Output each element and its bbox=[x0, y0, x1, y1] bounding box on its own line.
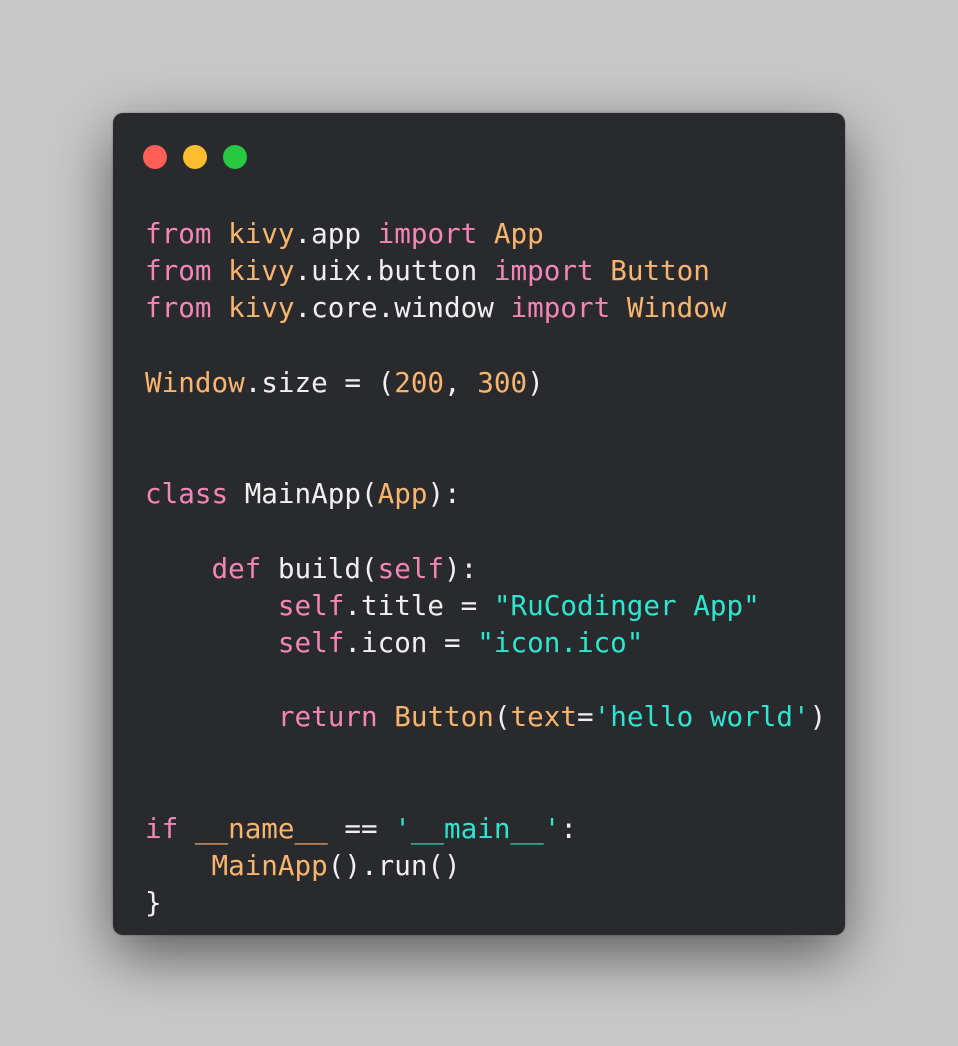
code-line: from kivy.uix.button import Button bbox=[145, 252, 826, 289]
code-token: ): bbox=[444, 551, 478, 585]
code-token: == bbox=[327, 812, 395, 845]
code-token: ) bbox=[527, 365, 544, 399]
keyword-token: from bbox=[145, 217, 212, 250]
code-token: .uix.button bbox=[294, 254, 494, 288]
module-token: kivy bbox=[228, 291, 295, 325]
code-token: .icon = bbox=[344, 626, 478, 660]
code-token: MainApp( bbox=[228, 477, 378, 511]
string-token: 'hello world' bbox=[593, 700, 810, 734]
code-token: = bbox=[576, 700, 594, 734]
identifier-token: App bbox=[493, 217, 544, 250]
code-line: self.title = "RuCodinger App" bbox=[145, 587, 826, 624]
number-token: 300 bbox=[477, 365, 528, 399]
identifier-token: Button bbox=[610, 254, 710, 288]
keyword-token: class bbox=[145, 477, 229, 511]
code-token: ().run() bbox=[327, 849, 461, 883]
identifier-token: Button bbox=[394, 700, 494, 734]
keyword-token: self bbox=[277, 626, 345, 660]
identifier-token: Window bbox=[145, 365, 245, 399]
code-line: Window.size = (200, 300) bbox=[145, 364, 826, 401]
string-token: '__main__' bbox=[394, 812, 561, 845]
string-token: "RuCodinger App" bbox=[493, 588, 760, 622]
identifier-token: MainApp bbox=[211, 849, 328, 883]
keyword-token: import bbox=[493, 254, 594, 288]
minimize-button[interactable] bbox=[183, 145, 207, 169]
keyword-token: if bbox=[145, 812, 179, 845]
keyword-token: from bbox=[145, 291, 212, 325]
identifier-token: Window bbox=[626, 291, 727, 325]
code-window: from kivy.app import App from kivy.uix.bu… bbox=[113, 113, 845, 935]
string-token: "icon.ico" bbox=[477, 626, 644, 660]
code-token: .app bbox=[294, 217, 378, 250]
code-line: def build(self): bbox=[145, 550, 826, 587]
keyword-token: def bbox=[211, 551, 262, 585]
code-token: ) bbox=[809, 700, 827, 734]
code-token: : bbox=[560, 812, 577, 845]
keyword-token: import bbox=[510, 291, 611, 325]
code-line: from kivy.app import App bbox=[145, 215, 826, 252]
identifier-token: text bbox=[510, 700, 577, 734]
code-line: from kivy.core.window import Window bbox=[145, 289, 826, 326]
code-line: self.icon = "icon.ico" bbox=[145, 624, 826, 661]
code-token: ): bbox=[427, 477, 461, 511]
module-token: kivy bbox=[228, 254, 295, 288]
close-button[interactable] bbox=[143, 145, 167, 169]
keyword-token: self bbox=[277, 588, 345, 622]
code-token: ( bbox=[493, 700, 511, 734]
keyword-token: import bbox=[377, 217, 478, 250]
code-token: , bbox=[444, 365, 478, 399]
keyword-token: return bbox=[277, 700, 378, 734]
keyword-token: from bbox=[145, 254, 212, 288]
code-line: } bbox=[145, 884, 826, 921]
number-token: 200 bbox=[394, 365, 445, 399]
code-token: .core.window bbox=[294, 291, 511, 325]
code-token: .title = bbox=[344, 588, 494, 622]
code-token: } bbox=[145, 886, 162, 920]
code-token: build( bbox=[261, 551, 378, 585]
identifier-token: __name__ bbox=[194, 812, 328, 845]
code-line: class MainApp(App): bbox=[145, 475, 826, 512]
maximize-button[interactable] bbox=[223, 145, 247, 169]
module-token: kivy bbox=[228, 217, 295, 250]
code-block: from kivy.app import App from kivy.uix.bu… bbox=[145, 215, 826, 922]
code-line: if __name__ == '__main__': bbox=[145, 810, 826, 847]
code-line: return Button(text='hello world') bbox=[145, 698, 826, 735]
code-line: MainApp().run() bbox=[145, 847, 826, 884]
code-token: .size = ( bbox=[244, 365, 395, 399]
identifier-token: App bbox=[377, 477, 428, 511]
keyword-token: self bbox=[377, 551, 445, 585]
